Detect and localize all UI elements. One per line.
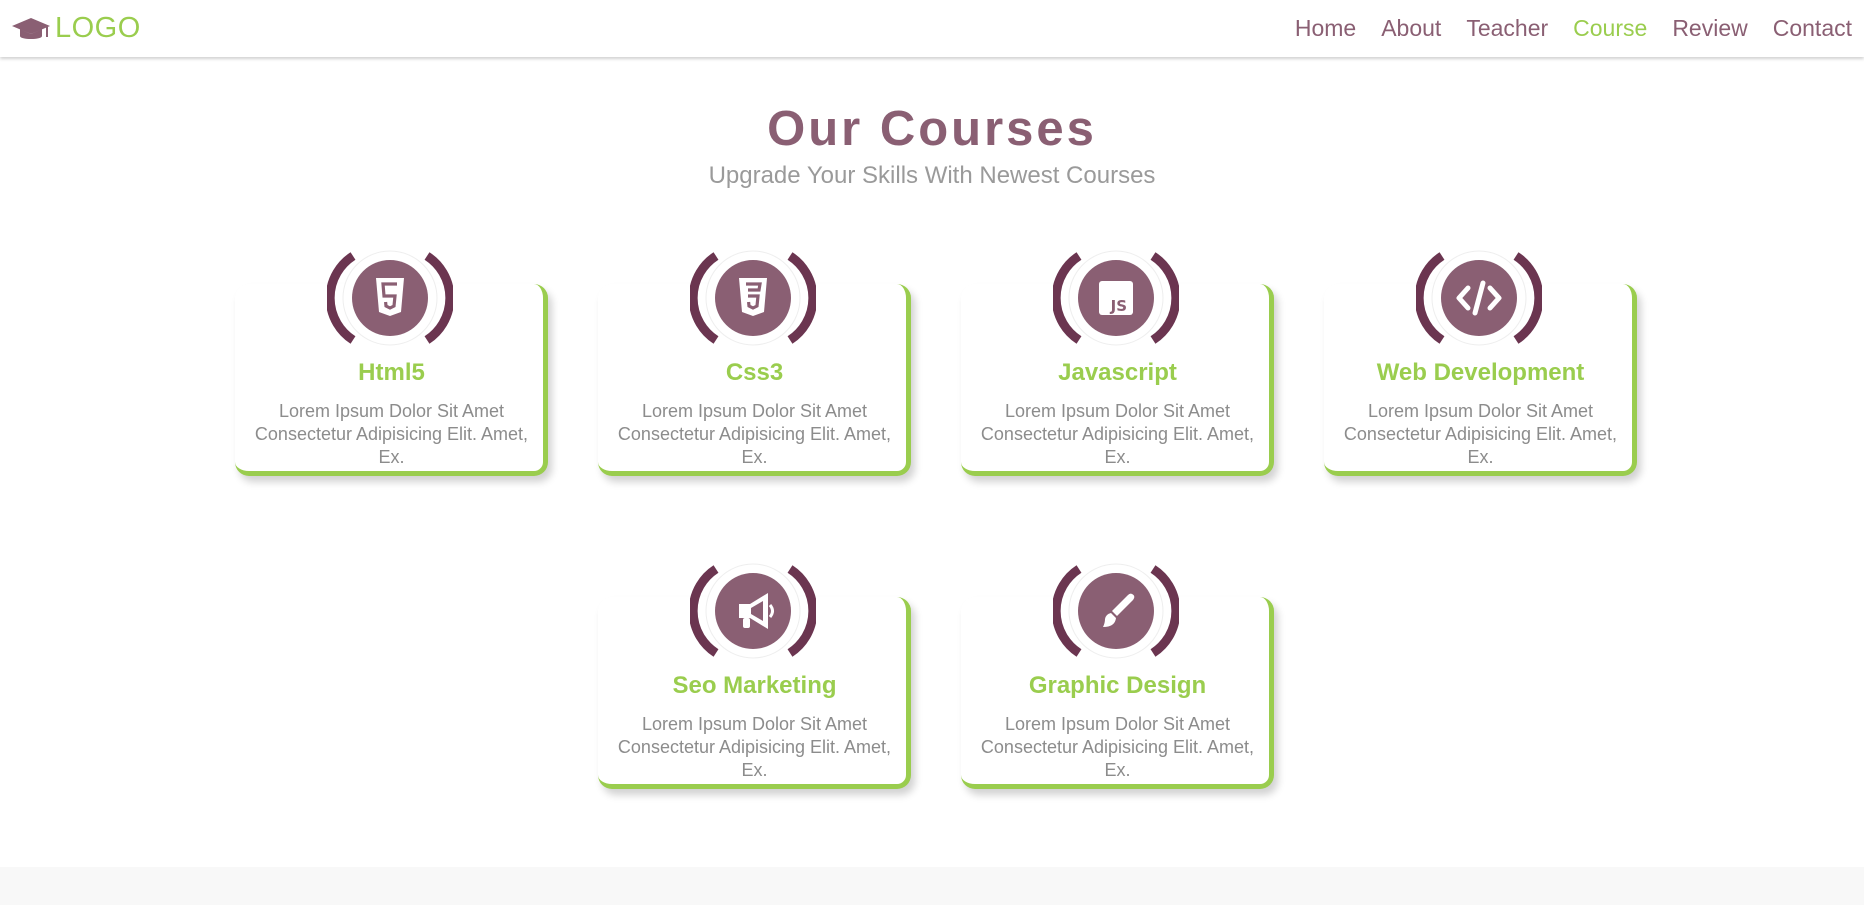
card-badge (690, 561, 816, 661)
course-description: Lorem Ipsum Dolor Sit Amet Consectetur A… (254, 401, 529, 467)
nav-teacher[interactable]: Teacher (1466, 15, 1548, 42)
svg-text:JS: JS (1110, 297, 1127, 315)
logo[interactable]: LOGO (11, 12, 141, 45)
course-grid: Html5 Lorem Ipsum Dolor Sit Amet Consect… (0, 0, 1864, 905)
course-title: Html5 (358, 359, 425, 386)
next-section-band (0, 867, 1864, 905)
course-description: Lorem Ipsum Dolor Sit Amet Consectetur A… (980, 714, 1255, 780)
html5-icon (376, 278, 404, 316)
nav-about[interactable]: About (1381, 15, 1441, 42)
card-badge (327, 248, 453, 348)
course-card[interactable]: JS Javascript Lorem Ipsum Dolor Sit Amet… (961, 248, 1274, 476)
course-title: Graphic Design (1028, 672, 1207, 699)
card-badge (690, 248, 816, 348)
course-card[interactable]: Html5 Lorem Ipsum Dolor Sit Amet Consect… (235, 248, 548, 476)
logo-text: LOGO (55, 12, 141, 44)
course-card[interactable]: Css3 Lorem Ipsum Dolor Sit Amet Consecte… (598, 248, 911, 476)
course-title: Seo Marketing (672, 672, 837, 699)
nav-home[interactable]: Home (1295, 15, 1356, 42)
course-title: Javascript (1058, 359, 1177, 386)
site-header: LOGO Home About Teacher Course Review Co… (0, 0, 1864, 57)
card-badge: JS (1053, 248, 1179, 348)
javascript-icon: JS (1099, 281, 1133, 315)
course-description: Lorem Ipsum Dolor Sit Amet Consectetur A… (617, 401, 892, 467)
nav-review[interactable]: Review (1672, 15, 1747, 42)
nav-course[interactable]: Course (1573, 15, 1647, 42)
course-title: Web Development (1376, 359, 1585, 386)
css3-icon (739, 278, 767, 316)
course-title: Css3 (725, 359, 784, 386)
course-description: Lorem Ipsum Dolor Sit Amet Consectetur A… (617, 714, 892, 780)
course-card[interactable]: Seo Marketing Lorem Ipsum Dolor Sit Amet… (598, 561, 911, 789)
course-card[interactable]: Graphic Design Lorem Ipsum Dolor Sit Ame… (961, 561, 1274, 789)
card-badge (1053, 561, 1179, 661)
graduation-cap-icon (12, 17, 50, 39)
course-description: Lorem Ipsum Dolor Sit Amet Consectetur A… (980, 401, 1255, 467)
course-description: Lorem Ipsum Dolor Sit Amet Consectetur A… (1343, 401, 1618, 467)
course-card[interactable]: Web Development Lorem Ipsum Dolor Sit Am… (1324, 248, 1637, 476)
card-badge (1416, 248, 1542, 348)
main-nav: Home About Teacher Course Review Contact (1270, 15, 1852, 42)
nav-contact[interactable]: Contact (1773, 15, 1852, 42)
